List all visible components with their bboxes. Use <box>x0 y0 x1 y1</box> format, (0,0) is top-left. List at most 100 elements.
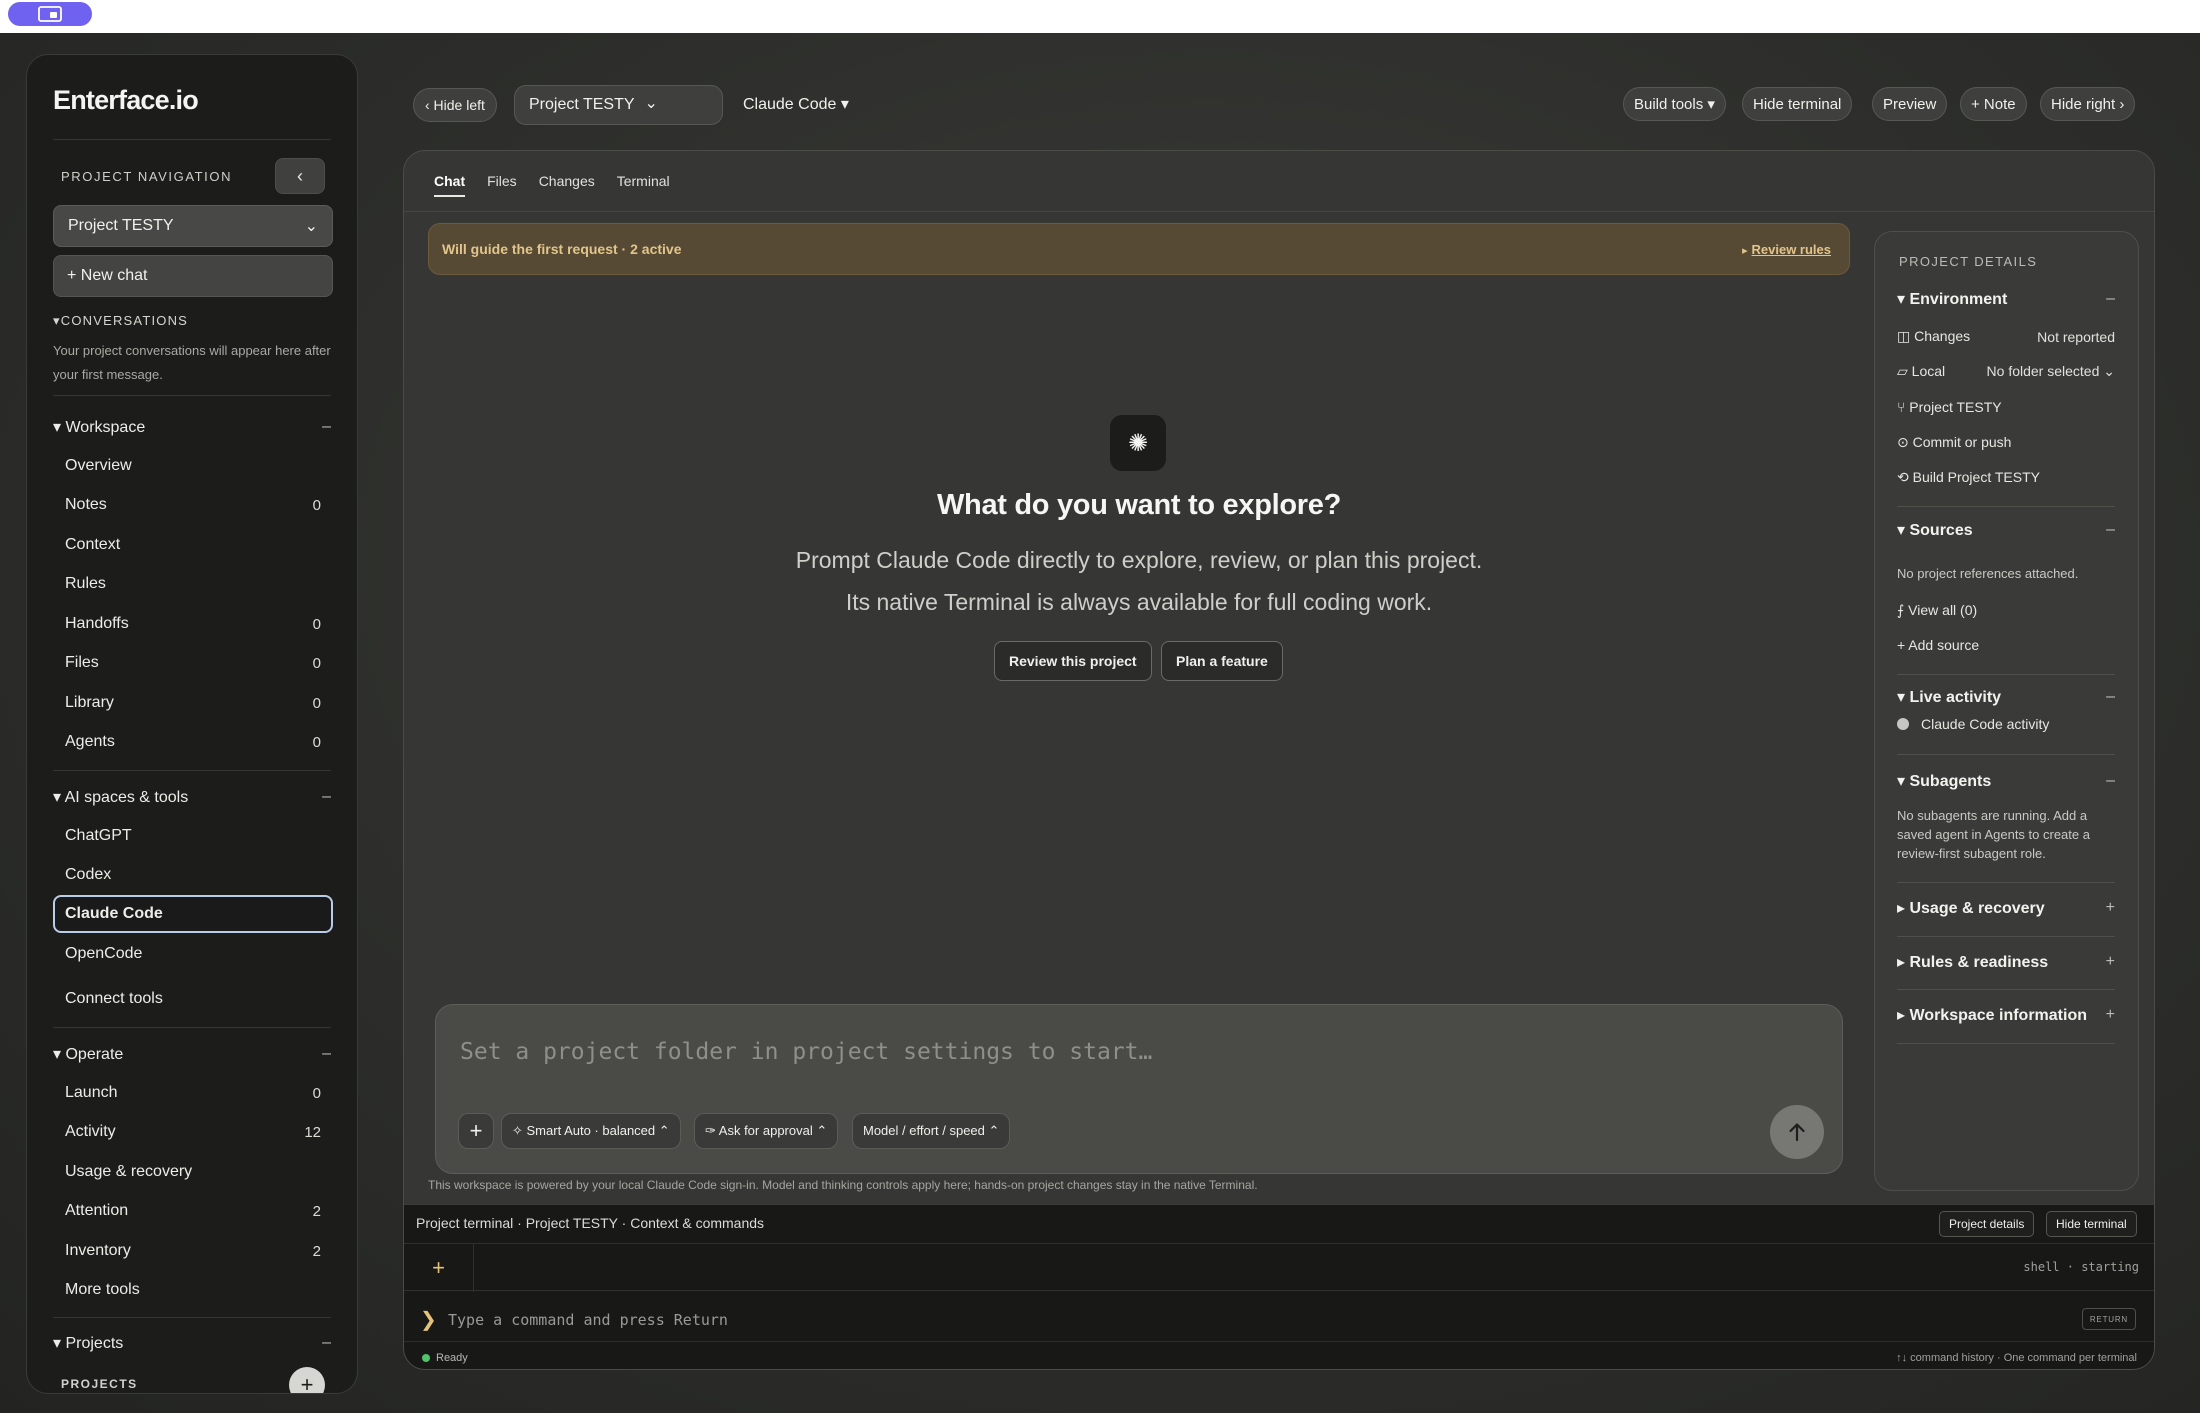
sidebar-item-overview[interactable]: Overview <box>53 448 333 484</box>
collapse-icon[interactable]: – <box>322 1334 331 1352</box>
hide-right-button[interactable]: Hide right › <box>2040 87 2136 121</box>
divider <box>1897 989 2115 990</box>
mode-chip[interactable]: ✧ Smart Auto · balanced ⌃ <box>501 1113 681 1149</box>
divider <box>404 1341 2154 1342</box>
tab-terminal[interactable]: Terminal <box>617 173 670 197</box>
attach-button[interactable]: + <box>458 1113 494 1149</box>
tab-changes[interactable]: Changes <box>539 173 595 197</box>
local-label: ▱ Local <box>1897 363 1946 379</box>
local-row[interactable]: ▱ Local No folder selected ⌄ <box>1897 363 2115 380</box>
prompt-input[interactable]: Set a project folder in project settings… <box>460 1039 1152 1065</box>
agent-dropdown[interactable]: Claude Code ▾ <box>743 94 849 114</box>
branch-row[interactable]: ⑂ Project TESTY <box>1897 399 2115 415</box>
sources-section-header[interactable]: ▾ Sources – <box>1897 520 2115 540</box>
ready-label: Ready <box>436 1352 468 1364</box>
approval-chip[interactable]: ✑ Ask for approval ⌃ <box>694 1113 839 1149</box>
changes-value: Not reported <box>2037 328 2115 345</box>
hero-line-2: Its native Terminal is always available … <box>845 589 1433 615</box>
sidebar-item-rules[interactable]: Rules <box>53 566 333 602</box>
tab-chat[interactable]: Chat <box>434 173 466 197</box>
projects-section-header[interactable]: ▾ Projects – <box>53 1333 333 1353</box>
build-row[interactable]: ⟲ Build Project TESTY <box>1897 469 2115 486</box>
subagents-note: No subagents are running. Add a saved ag… <box>1897 808 2090 861</box>
workspace-section-header[interactable]: ▾ Workspace – <box>53 417 333 437</box>
view-all-sources-link[interactable]: ⨍ View all (0) <box>1897 602 2115 619</box>
commit-row[interactable]: ⊙ Commit or push <box>1897 434 2115 451</box>
expand-icon[interactable]: + <box>2106 899 2115 917</box>
sidebar-item-attention[interactable]: Attention 2 <box>53 1193 333 1229</box>
hero-title: What do you want to explore? <box>936 489 1342 521</box>
project-dropdown-label: Project TESTY <box>529 96 635 113</box>
command-history-hint: ↑↓ command history · One command per ter… <box>1896 1352 2137 1364</box>
ai-spaces-section-header[interactable]: ▾ AI spaces & tools – <box>53 787 333 807</box>
live-activity-section-header[interactable]: ▾ Live activity – <box>1897 687 2115 707</box>
collapse-icon[interactable]: – <box>2106 290 2115 308</box>
hide-left-button[interactable]: ‹ Hide left <box>413 88 497 122</box>
collapse-icon[interactable]: – <box>322 788 331 806</box>
rules-banner: Will guide the first request · 2 active … <box>428 223 1850 275</box>
sidebar-item-launch[interactable]: Launch 0 <box>53 1075 333 1111</box>
collapse-icon[interactable]: – <box>322 418 331 436</box>
environment-section-header[interactable]: ▾ Environment – <box>1897 289 2115 309</box>
composer[interactable]: Set a project folder in project settings… <box>435 1004 1843 1174</box>
conversations-heading[interactable]: ▾CONVERSATIONS <box>53 313 188 329</box>
sidebar-item-claude-code[interactable]: Claude Code <box>53 895 333 933</box>
project-dropdown[interactable]: Project TESTY ⌄ <box>514 85 723 125</box>
usage-recovery-section-header[interactable]: ▸ Usage & recovery + <box>1897 898 2115 918</box>
new-chat-button[interactable]: + New chat <box>53 255 333 297</box>
sidebar-item-agents[interactable]: Agents 0 <box>53 724 333 760</box>
screen-share-button[interactable] <box>8 2 92 26</box>
sidebar-item-context[interactable]: Context <box>53 527 333 563</box>
sidebar-item-usage-recovery[interactable]: Usage & recovery <box>53 1154 333 1190</box>
expand-icon[interactable]: + <box>2106 953 2115 971</box>
status-dot-icon <box>1897 718 1909 730</box>
add-source-link[interactable]: + Add source <box>1897 637 2115 653</box>
terminal-hide-button[interactable]: Hide terminal <box>2046 1211 2137 1237</box>
collapse-icon[interactable]: – <box>2106 688 2115 706</box>
preview-button[interactable]: Preview <box>1872 87 1948 121</box>
review-rules-link[interactable]: Review rules <box>1752 242 1832 257</box>
sidebar-item-opencode[interactable]: OpenCode <box>53 936 333 972</box>
sidebar-item-notes[interactable]: Notes 0 <box>53 487 333 523</box>
expand-icon[interactable]: + <box>2106 1006 2115 1024</box>
sidebar-item-codex[interactable]: Codex <box>53 857 333 893</box>
sidebar-item-count: 0 <box>312 694 321 712</box>
review-rules-link-wrap[interactable]: ▸ Review rules <box>1742 241 1831 257</box>
collapse-sidebar-button[interactable]: ‹ <box>275 158 325 194</box>
subagents-section-header[interactable]: ▾ Subagents – <box>1897 771 2115 791</box>
sidebar-item-files[interactable]: Files 0 <box>53 645 333 681</box>
collapse-icon[interactable]: – <box>2106 772 2115 790</box>
project-select[interactable]: Project TESTY ⌄ <box>53 205 333 247</box>
add-project-button[interactable]: + <box>289 1367 325 1393</box>
model-chip[interactable]: Model / effort / speed ⌃ <box>852 1113 1011 1149</box>
hide-terminal-button[interactable]: Hide terminal <box>1742 87 1853 121</box>
collapse-icon[interactable]: – <box>322 1045 331 1063</box>
divider <box>53 395 331 396</box>
rules-readiness-section-header[interactable]: ▸ Rules & readiness + <box>1897 952 2115 972</box>
sidebar-item-activity[interactable]: Activity 12 <box>53 1114 333 1150</box>
sidebar-item-connect-tools[interactable]: Connect tools <box>53 981 333 1017</box>
workspace-info-section-header[interactable]: ▸ Workspace information + <box>1897 1005 2115 1025</box>
sidebar-item-library[interactable]: Library 0 <box>53 685 333 721</box>
return-key-hint[interactable]: RETURN <box>2081 1308 2136 1330</box>
folder-select[interactable]: No folder selected ⌄ <box>1987 363 2115 380</box>
screen-icon <box>38 6 62 22</box>
terminal-command-input[interactable]: Type a command and press Return <box>448 1311 728 1329</box>
review-project-button[interactable]: Review this project <box>994 641 1152 681</box>
project-details-button[interactable]: Project details <box>1939 1211 2035 1237</box>
build-project-label: ⟲ Build Project TESTY <box>1897 469 2040 485</box>
sidebar-item-handoffs[interactable]: Handoffs 0 <box>53 606 333 642</box>
operate-section-header[interactable]: ▾ Operate – <box>53 1044 333 1064</box>
collapse-icon[interactable]: – <box>2106 521 2115 539</box>
send-button[interactable] <box>1770 1105 1824 1159</box>
new-terminal-button[interactable]: + <box>404 1244 474 1292</box>
sidebar-item-chatgpt[interactable]: ChatGPT <box>53 818 333 854</box>
sidebar-item-more-tools[interactable]: More tools <box>53 1272 333 1308</box>
add-note-button[interactable]: + Note <box>1960 87 2027 121</box>
plan-feature-button[interactable]: Plan a feature <box>1161 641 1283 681</box>
tab-files[interactable]: Files <box>487 173 517 197</box>
sidebar-item-inventory[interactable]: Inventory 2 <box>53 1233 333 1269</box>
changes-label: ◫ Changes <box>1897 328 1971 344</box>
sidebar-item-label: Activity <box>65 1123 116 1140</box>
build-tools-button[interactable]: Build tools ▾ <box>1623 87 1726 121</box>
